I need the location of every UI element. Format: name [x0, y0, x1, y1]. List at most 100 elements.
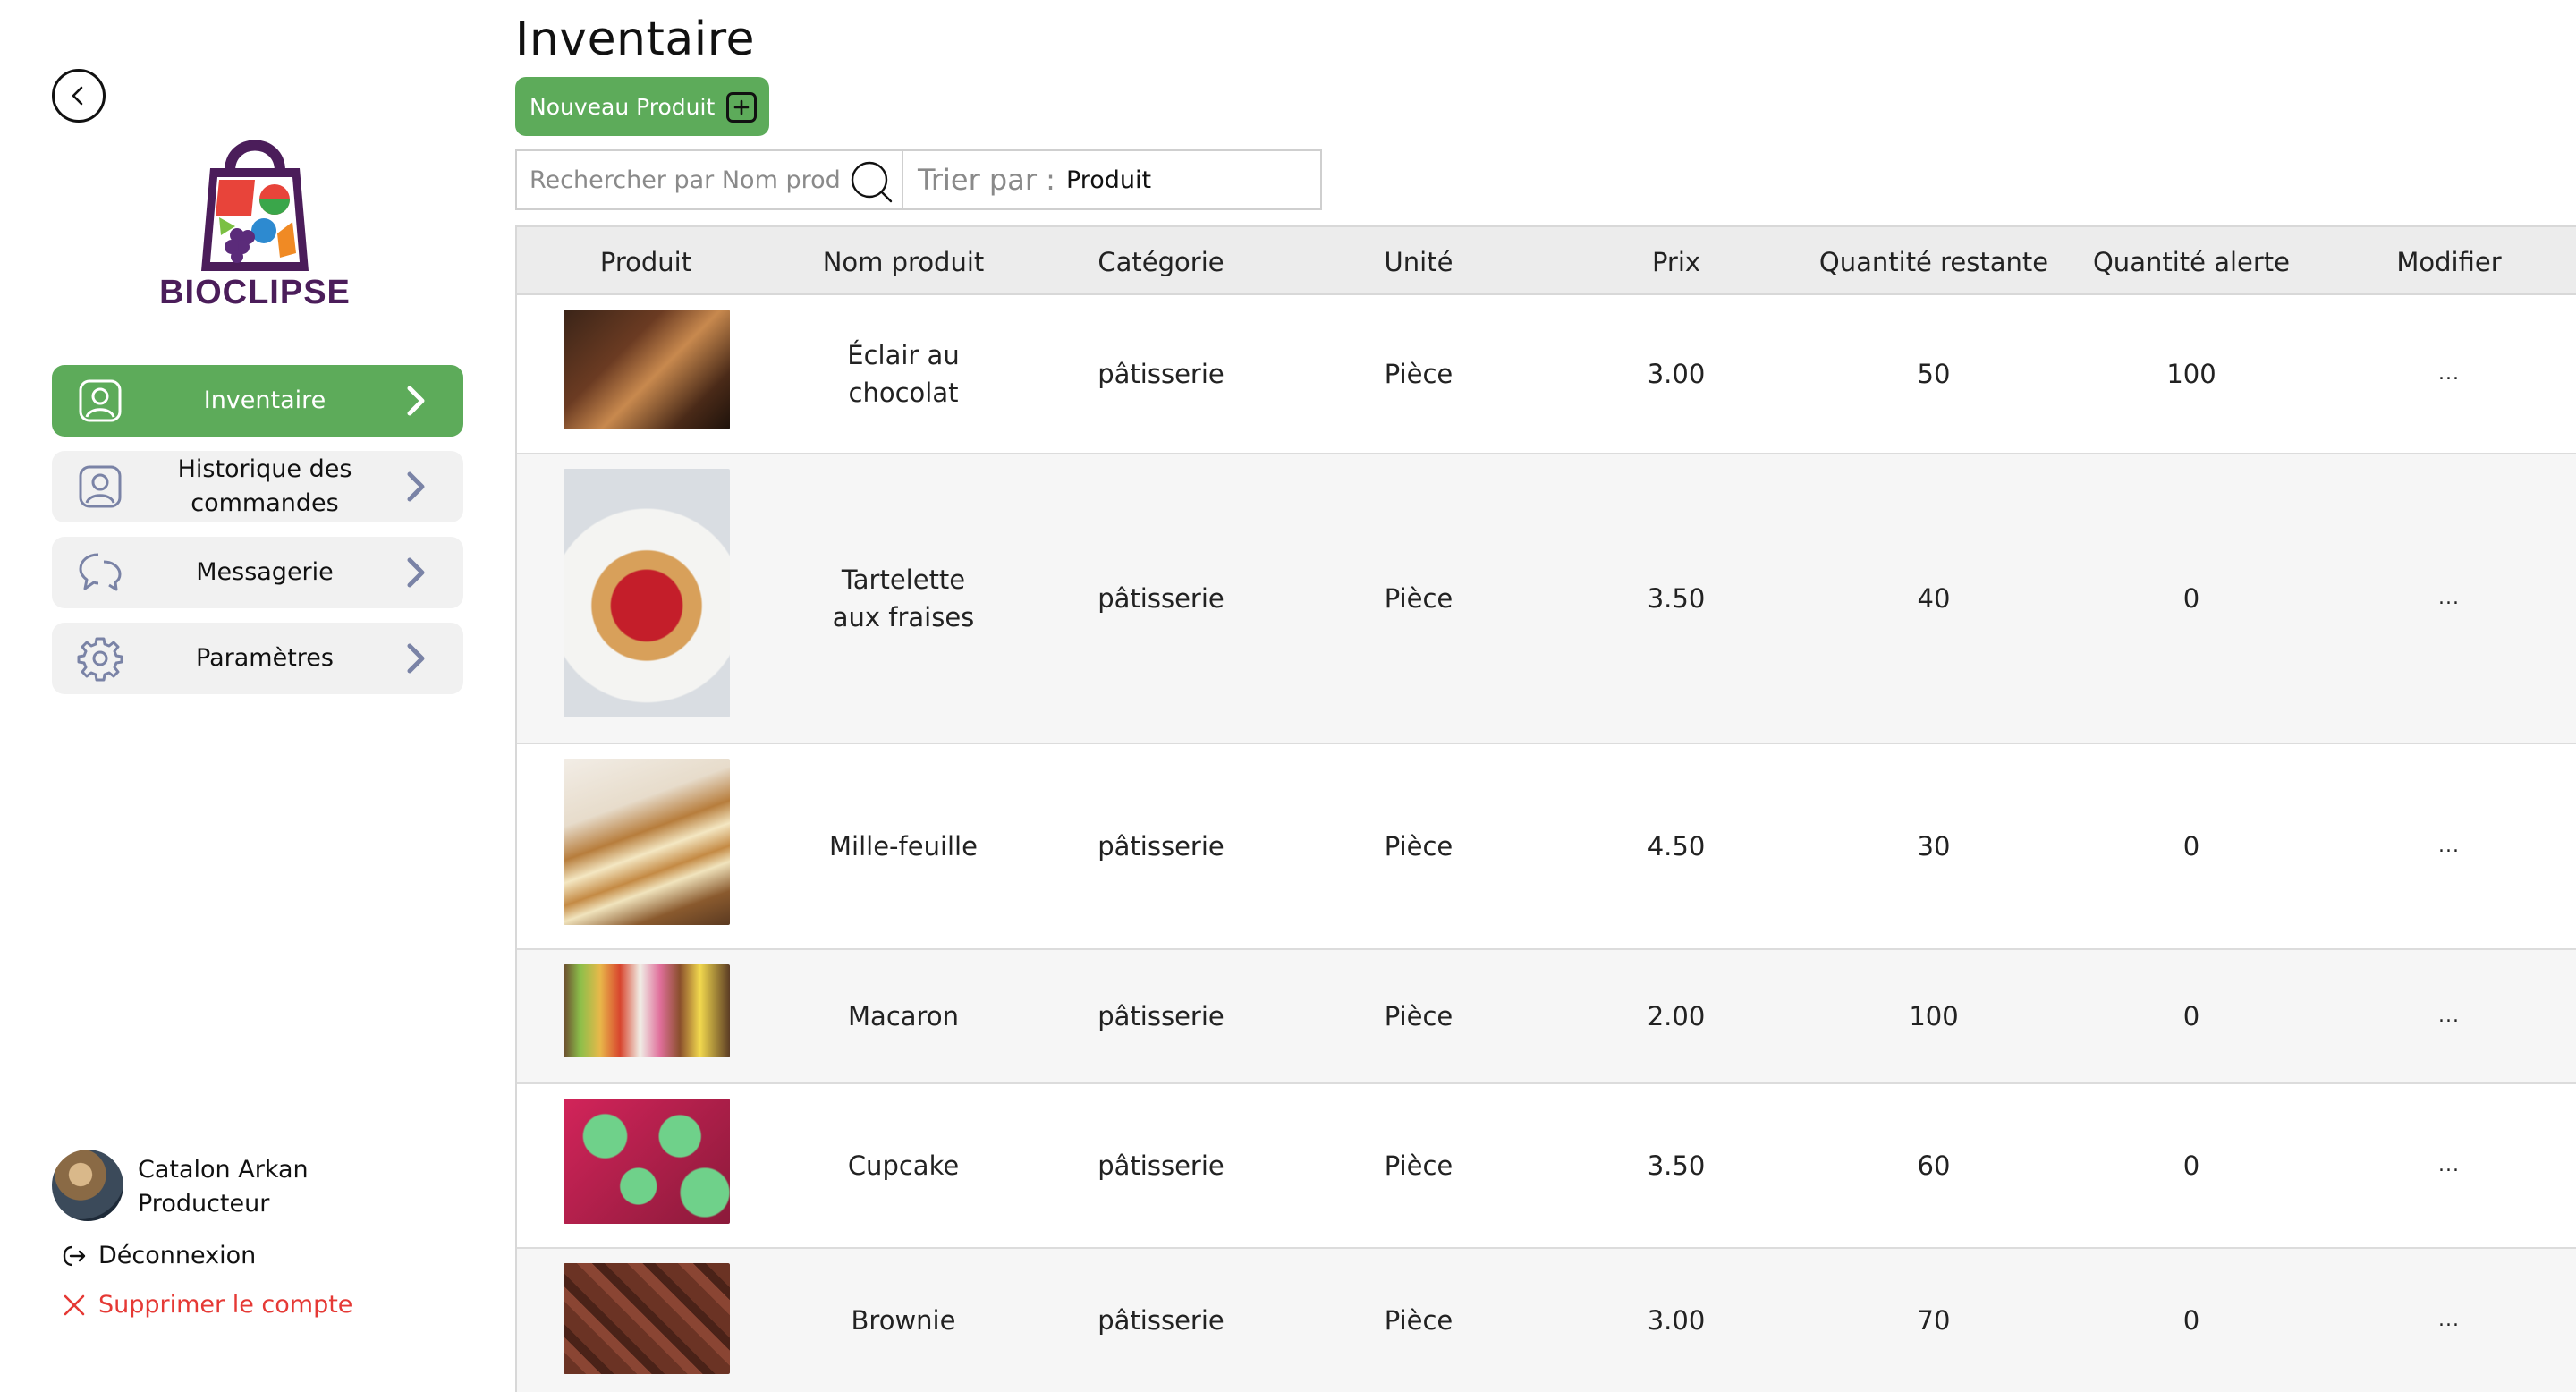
product-unit: Pièce: [1384, 1305, 1453, 1336]
product-quantity: 60: [1917, 1150, 1951, 1181]
product-alert-quantity: 0: [2182, 1150, 2200, 1181]
product-name: Brownie: [851, 1305, 956, 1336]
sidebar-item-label: Inventaire: [203, 386, 326, 414]
product-name: Macaron: [848, 1001, 959, 1031]
product-category: pâtisserie: [1097, 831, 1224, 862]
sort-select[interactable]: Trier par : Produit: [903, 151, 1320, 208]
product-unit: Pièce: [1384, 359, 1453, 389]
product-price: 4.50: [1647, 831, 1706, 862]
product-name: Tartelette aux fraises: [832, 564, 975, 632]
edit-button[interactable]: ...: [2320, 295, 2576, 453]
product-quantity: 30: [1917, 831, 1951, 862]
chevron-right-icon: [402, 555, 429, 590]
close-icon: [64, 1294, 85, 1316]
product-alert-quantity: 0: [2182, 1001, 2200, 1031]
chevron-right-icon: [402, 641, 429, 676]
gear-icon: [77, 635, 123, 682]
sidebar-item-label: Historique des commandes: [177, 455, 352, 517]
sort-value: Produit: [1065, 166, 1152, 194]
product-image: [564, 469, 730, 717]
sidebar-item-messagerie[interactable]: Messagerie: [52, 537, 463, 608]
product-alert-quantity: 0: [2182, 1305, 2200, 1336]
table-row: Macaron pâtisserie Pièce 2.00 100 0 ...: [517, 950, 2576, 1084]
product-price: 3.00: [1647, 359, 1706, 389]
sidebar-item-inventaire[interactable]: Inventaire: [52, 365, 463, 437]
table-header: Produit Nom produit Catégorie Unité Prix…: [517, 225, 2576, 295]
product-quantity: 40: [1917, 583, 1951, 614]
product-category: pâtisserie: [1097, 1305, 1224, 1336]
delete-account-link[interactable]: Supprimer le compte: [61, 1288, 352, 1322]
chat-bubbles-icon: [77, 549, 123, 596]
product-name: Cupcake: [847, 1150, 960, 1181]
column-header: Nom produit: [822, 247, 985, 277]
column-header: Modifier: [2396, 247, 2502, 277]
product-unit: Pièce: [1384, 1150, 1453, 1181]
search-sort-bar: Trier par : Produit: [515, 149, 1322, 210]
product-price: 2.00: [1647, 1001, 1706, 1031]
new-product-label: Nouveau Produit: [530, 93, 716, 120]
page-title: Inventaire: [515, 13, 755, 66]
logout-label: Déconnexion: [98, 1242, 257, 1269]
user-square-icon: [77, 463, 123, 510]
edit-button[interactable]: ...: [2320, 744, 2576, 948]
product-category: pâtisserie: [1097, 1150, 1224, 1181]
column-header: Unité: [1384, 247, 1453, 277]
product-quantity: 50: [1917, 359, 1951, 389]
edit-button[interactable]: ...: [2320, 1084, 2576, 1247]
sidebar-item-label: Messagerie: [196, 558, 334, 586]
product-image: [564, 1263, 730, 1374]
product-unit: Pièce: [1384, 831, 1453, 862]
plus-square-icon: [726, 92, 757, 123]
edit-button[interactable]: ...: [2320, 950, 2576, 1082]
table-row: Brownie pâtisserie Pièce 3.00 70 0 ...: [517, 1249, 2576, 1392]
product-image: [564, 759, 730, 925]
user-role: Producteur: [138, 1190, 270, 1218]
search-input[interactable]: [517, 151, 903, 208]
chevron-right-icon: [402, 469, 429, 505]
logo-wordmark: BIOCLIPSE: [159, 274, 351, 311]
inventory-table: Produit Nom produit Catégorie Unité Prix…: [515, 225, 2576, 1392]
product-alert-quantity: 0: [2182, 831, 2200, 862]
search-icon[interactable]: [848, 158, 894, 205]
sidebar-item-parametres[interactable]: Paramètres: [52, 623, 463, 694]
table-row: Mille-feuille pâtisserie Pièce 4.50 30 0…: [517, 744, 2576, 950]
new-product-button[interactable]: Nouveau Produit: [515, 77, 769, 136]
product-image: [564, 310, 730, 429]
back-button[interactable]: [52, 69, 106, 123]
sort-label: Trier par :: [918, 163, 1055, 197]
product-image: [564, 1099, 730, 1224]
table-row: Éclair au chocolat pâtisserie Pièce 3.00…: [517, 295, 2576, 454]
logout-link[interactable]: Déconnexion: [61, 1239, 256, 1273]
chevron-left-icon: [72, 86, 83, 106]
product-price: 3.50: [1647, 583, 1706, 614]
product-price: 3.50: [1647, 1150, 1706, 1181]
product-category: pâtisserie: [1097, 1001, 1224, 1031]
sidebar: BIOCLIPSE Inventaire Historique des comm…: [0, 0, 516, 1392]
sidebar-item-label: Paramètres: [196, 644, 334, 672]
user-name: Catalon Arkan: [138, 1156, 309, 1184]
column-header: Prix: [1651, 247, 1701, 277]
edit-button[interactable]: ...: [2320, 454, 2576, 743]
user-square-icon: [77, 378, 123, 424]
column-header: Quantité restante: [1818, 247, 2049, 277]
table-row: Tartelette aux fraises pâtisserie Pièce …: [517, 454, 2576, 744]
logout-icon: [63, 1245, 86, 1267]
product-quantity: 100: [1909, 1001, 1959, 1031]
sidebar-item-historique[interactable]: Historique des commandes: [52, 451, 463, 522]
table-row: Cupcake pâtisserie Pièce 3.50 60 0 ...: [517, 1084, 2576, 1249]
product-alert-quantity: 0: [2182, 583, 2200, 614]
product-unit: Pièce: [1384, 583, 1453, 614]
product-price: 3.00: [1647, 1305, 1706, 1336]
product-quantity: 70: [1917, 1305, 1951, 1336]
product-name: Mille-feuille: [829, 831, 978, 862]
product-name: Éclair au chocolat: [847, 340, 960, 408]
chevron-right-icon: [402, 383, 429, 419]
sidebar-nav: Inventaire Historique des commandes Mess…: [52, 365, 463, 709]
column-header: Produit: [599, 247, 692, 277]
avatar: [52, 1150, 123, 1221]
edit-button[interactable]: ...: [2320, 1249, 2576, 1392]
product-unit: Pièce: [1384, 1001, 1453, 1031]
product-alert-quantity: 100: [2166, 359, 2216, 389]
product-category: pâtisserie: [1097, 583, 1224, 614]
column-header: Catégorie: [1097, 247, 1224, 277]
